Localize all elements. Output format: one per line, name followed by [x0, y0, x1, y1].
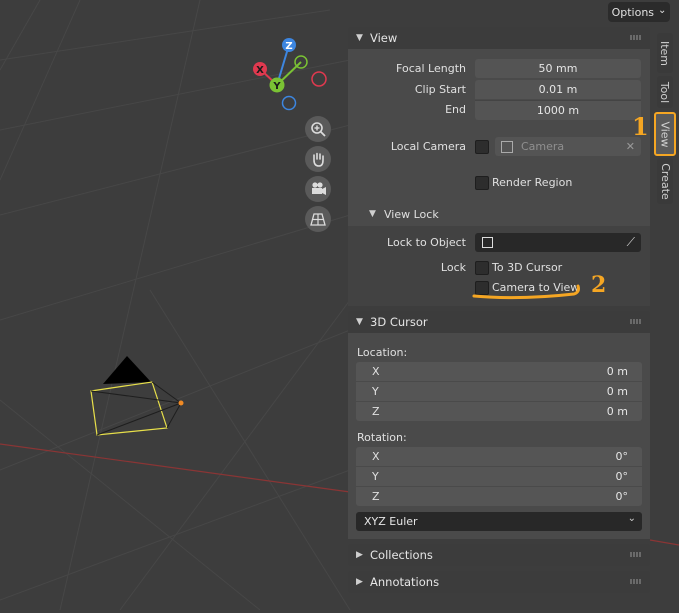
clip-end-field[interactable]: 1000 m [475, 100, 641, 120]
axis-label: Y [372, 470, 379, 483]
collections-panel-title: Collections [370, 548, 433, 562]
zoom-icon[interactable] [305, 116, 331, 142]
location-label: Location: [357, 346, 408, 359]
local-camera-checkbox[interactable] [475, 140, 489, 154]
view-lock-header[interactable]: ▼ View Lock [348, 205, 650, 225]
rotation-mode-value: XYZ Euler [364, 515, 418, 528]
chevron-down-icon: ⌄ [627, 513, 636, 524]
axis-label: X [372, 450, 380, 463]
axis-value: 0° [615, 470, 629, 483]
annotations-panel-header[interactable]: ▶ Annotations [348, 571, 650, 593]
location-z-field[interactable]: Z 0 m [356, 402, 642, 421]
gizmo-y-label: Y [272, 81, 281, 92]
axis-value: 0 m [606, 405, 628, 418]
axis-value: 0° [615, 490, 629, 503]
clip-end-label: End [445, 103, 466, 116]
drag-grip-icon[interactable] [630, 35, 642, 40]
tab-item[interactable]: Item [657, 33, 673, 73]
axis-label: Z [372, 405, 380, 418]
axis-value: 0 m [606, 365, 628, 378]
local-camera-placeholder: Camera [521, 140, 565, 153]
axis-value: 0 m [606, 385, 628, 398]
annotations-panel-title: Annotations [370, 575, 440, 589]
render-region-checkbox[interactable] [475, 176, 489, 190]
local-camera-field[interactable]: Camera ✕ [495, 137, 641, 156]
tab-tool[interactable]: Tool [657, 76, 673, 108]
options-dropdown[interactable]: Options ⌄ [608, 2, 670, 22]
annotation-underline [472, 284, 580, 300]
sidebar-panel: ▼ View Focal Length 50 mm Clip Start 0.0… [348, 27, 650, 597]
chevron-down-icon: ▼ [356, 317, 363, 327]
cursor-panel-header[interactable]: ▼ 3D Cursor [348, 311, 650, 333]
clear-x-icon[interactable]: ✕ [626, 140, 635, 153]
axis-value: 0° [615, 450, 629, 463]
to-3d-cursor-label: To 3D Cursor [492, 261, 563, 274]
rotation-z-field[interactable]: Z 0° [356, 487, 642, 506]
lock-to-object-field[interactable]: ⟋ [475, 233, 641, 252]
local-camera-label: Local Camera [390, 140, 466, 153]
drag-grip-icon[interactable] [630, 319, 642, 324]
tab-create[interactable]: Create [657, 158, 673, 204]
render-region-label: Render Region [492, 176, 573, 189]
to-3d-cursor-checkbox[interactable] [475, 261, 489, 275]
view-lock-title: View Lock [384, 208, 439, 221]
drag-grip-icon[interactable] [630, 552, 642, 557]
chevron-down-icon: ⌄ [658, 4, 667, 16]
chevron-right-icon: ▶ [356, 577, 363, 587]
cursor-panel-title: 3D Cursor [370, 315, 428, 329]
axis-label: Z [372, 490, 380, 503]
camera-view-icon[interactable] [305, 176, 331, 202]
chevron-down-icon: ▼ [369, 209, 376, 219]
pan-hand-icon[interactable] [305, 146, 331, 172]
tab-item-label: Item [658, 40, 672, 66]
tab-create-label: Create [658, 162, 672, 200]
collections-panel-header[interactable]: ▶ Collections [348, 544, 650, 566]
options-label: Options [611, 5, 655, 19]
tab-tool-label: Tool [658, 81, 672, 103]
focal-length-field[interactable]: 50 mm [475, 59, 641, 78]
chevron-down-icon: ▼ [356, 33, 363, 43]
rotation-y-field[interactable]: Y 0° [356, 467, 642, 486]
camera-object-icon [501, 140, 513, 153]
gizmo-x-label: X [256, 65, 264, 76]
drag-grip-icon[interactable] [630, 579, 642, 584]
eyedropper-icon[interactable]: ⟋ [627, 235, 635, 250]
lock-to-object-label: Lock to Object [387, 236, 466, 249]
view-panel-header[interactable]: ▼ View [348, 27, 650, 49]
rotation-mode-dropdown[interactable]: XYZ Euler ⌄ [356, 512, 642, 531]
object-box-icon [482, 237, 493, 248]
axis-label: X [372, 365, 380, 378]
clip-start-field[interactable]: 0.01 m [475, 80, 641, 99]
focal-length-label: Focal Length [396, 62, 466, 75]
rotation-x-field[interactable]: X 0° [356, 447, 642, 466]
lock-label: Lock [440, 261, 466, 274]
camera-object[interactable] [90, 356, 184, 436]
perspective-grid-icon[interactable] [305, 206, 331, 232]
rotation-label: Rotation: [357, 431, 407, 444]
annotation-step-2: 2 [591, 272, 607, 298]
axis-label: Y [372, 385, 379, 398]
location-y-field[interactable]: Y 0 m [356, 382, 642, 401]
chevron-right-icon: ▶ [356, 550, 363, 560]
cursor-panel-body: Location: X 0 m Y 0 m Z 0 m Rotation: X 0° Y… [348, 333, 650, 539]
tab-view[interactable]: View [654, 112, 676, 156]
gizmo-z-label: Z [285, 41, 292, 52]
tab-view-label: View [658, 120, 672, 148]
clip-start-label: Clip Start [414, 83, 466, 96]
location-x-field[interactable]: X 0 m [356, 362, 642, 381]
annotation-step-1: 1 [632, 112, 649, 141]
navigation-gizmo[interactable]: Z X Y [250, 34, 330, 114]
view-panel-body: Focal Length 50 mm Clip Start 0.01 m End… [348, 49, 650, 306]
view-panel-title: View [370, 31, 398, 45]
